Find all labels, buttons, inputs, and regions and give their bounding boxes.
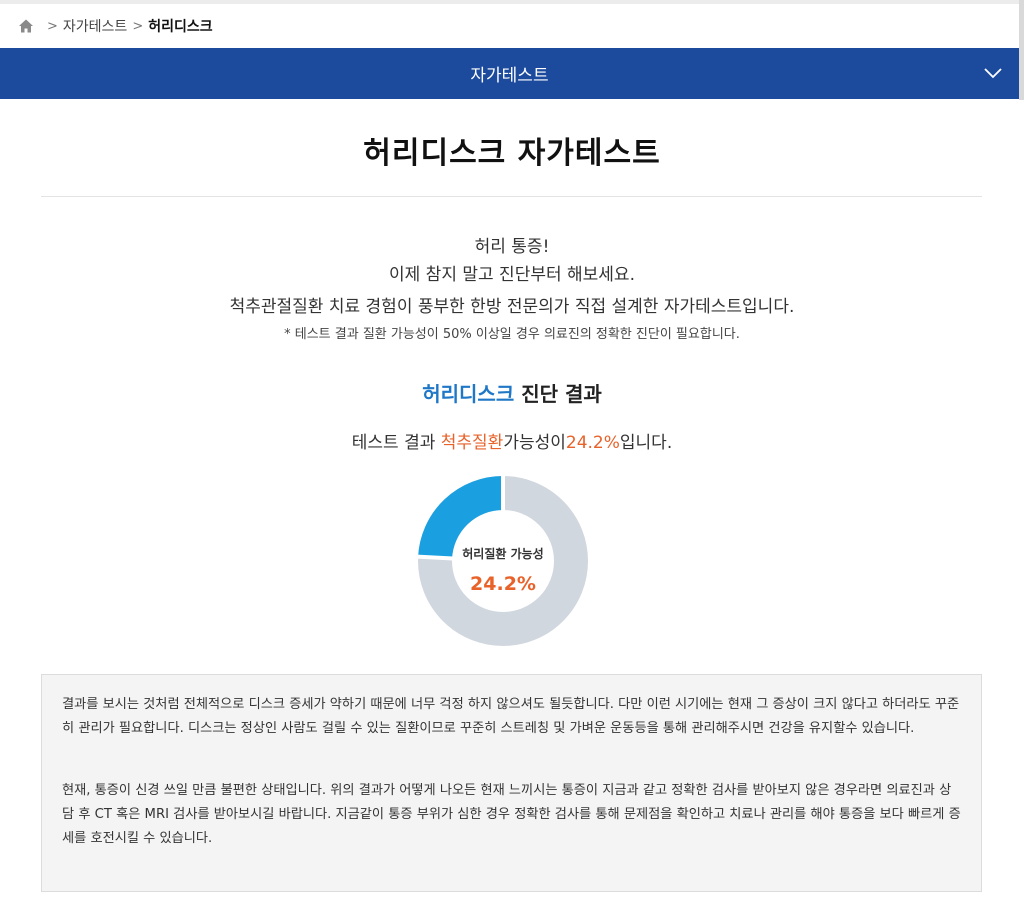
result-description-paragraph: 현재, 통증이 신경 쓰일 만큼 불편한 상태입니다. 위의 결과가 어떻게 나… bbox=[62, 783, 961, 846]
breadcrumb-item-self-test[interactable]: 자가테스트 bbox=[63, 16, 127, 36]
scrollbar[interactable] bbox=[1019, 0, 1024, 100]
result-summary-suffix: 입니다. bbox=[619, 433, 673, 453]
result-description-box: 결과를 보시는 것처럼 전체적으로 디스크 증세가 약하기 때문에 너무 걱정 … bbox=[41, 674, 982, 892]
result-description-paragraph: 결과를 보시는 것처럼 전체적으로 디스크 증세가 약하기 때문에 너무 걱정 … bbox=[62, 697, 960, 736]
result-heading: 허리디스크 진단 결과 bbox=[0, 378, 1024, 407]
result-summary-percent: 24.2% bbox=[565, 433, 620, 453]
intro-headline: 허리 통증! bbox=[474, 237, 550, 257]
intro-description: 척추관절질환 치료 경험이 풍부한 한방 전문의가 직접 설계한 자가테스트입니… bbox=[229, 297, 795, 317]
chevron-down-icon[interactable] bbox=[983, 64, 1003, 82]
donut-center-value: 24.2% bbox=[470, 573, 536, 595]
category-dropdown-label: 자가테스트 bbox=[470, 66, 549, 86]
result-summary: 테스트 결과 척추질환가능성이24.2%입니다. bbox=[0, 428, 1024, 453]
result-summary-middle: 가능성이 bbox=[503, 433, 566, 453]
title-divider bbox=[41, 196, 982, 197]
page-title: 허리디스크 자가테스트 bbox=[363, 136, 661, 171]
breadcrumb-separator: > bbox=[132, 18, 144, 34]
result-summary-prefix: 테스트 결과 bbox=[351, 433, 441, 453]
breadcrumb-item-current: 허리디스크 bbox=[148, 19, 213, 35]
category-dropdown[interactable]: 자가테스트 bbox=[0, 48, 1019, 99]
breadcrumb: > 자가테스트 > 허리디스크 bbox=[18, 14, 213, 38]
intro-note: * 테스트 결과 질환 가능성이 50% 이상일 경우 의료진의 정확한 진단이… bbox=[284, 327, 740, 342]
result-summary-disease: 척추질환 bbox=[440, 433, 504, 453]
intro-subline: 이제 참지 말고 진단부터 해보세요. bbox=[389, 265, 635, 285]
top-edge-divider bbox=[0, 0, 1024, 4]
result-heading-rest: 진단 결과 bbox=[514, 382, 602, 406]
result-heading-highlight: 허리디스크 bbox=[422, 382, 515, 406]
breadcrumb-separator: > bbox=[47, 18, 58, 34]
donut-center-label: 허리질환 가능성 bbox=[462, 547, 544, 561]
home-icon[interactable] bbox=[18, 18, 34, 34]
